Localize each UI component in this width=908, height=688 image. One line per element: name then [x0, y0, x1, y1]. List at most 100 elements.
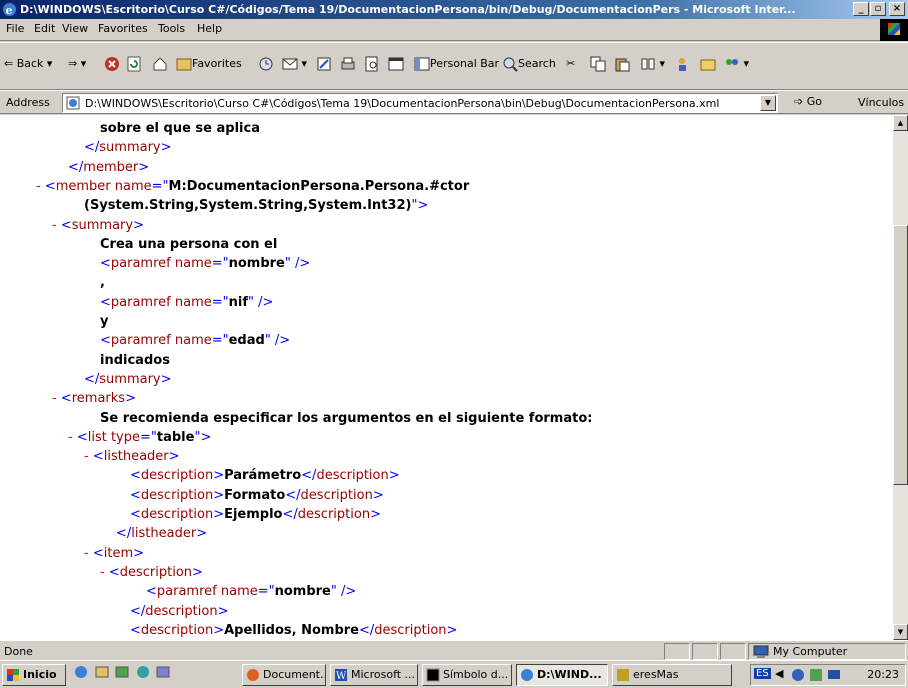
stop-icon	[105, 57, 119, 71]
minimize-button[interactable]: _	[853, 2, 869, 16]
mail-button[interactable]: ▾	[282, 53, 307, 75]
xml-text: Se recomienda especificar los argumentos…	[100, 410, 593, 426]
close-button[interactable]: ×	[889, 2, 905, 16]
language-indicator[interactable]: ES	[754, 668, 771, 679]
scroll-thumb[interactable]	[893, 225, 908, 485]
status-panel-3	[720, 643, 746, 660]
menu-help[interactable]: Help	[197, 22, 222, 35]
address-dropdown-button[interactable]: ▼	[760, 95, 776, 111]
home-button[interactable]	[152, 53, 168, 75]
taskbar-word[interactable]: W Microsoft ...	[330, 664, 418, 686]
window-title: D:\WINDOWS\Escritorio\Curso C#/Códigos/T…	[20, 3, 796, 16]
xml-markup: list	[87, 429, 107, 445]
history-button[interactable]	[258, 53, 274, 75]
go-button[interactable]: ➩ Go	[794, 95, 822, 108]
xml-markup: ="	[140, 429, 157, 445]
xml-markup: " />	[330, 584, 357, 600]
collapse-toggle[interactable]: -	[84, 546, 93, 561]
desktop-launch-icon[interactable]	[115, 665, 129, 679]
taskbar-command-prompt[interactable]: Símbolo d...	[422, 664, 512, 686]
forward-button[interactable]: ⇒ ▾	[68, 53, 86, 75]
maximize-button[interactable]: ▫	[870, 2, 886, 16]
address-input[interactable]: D:\WINDOWS\Escritorio\Curso C#\Códigos\T…	[62, 93, 778, 113]
folder-icon	[700, 59, 716, 71]
collapse-toggle[interactable]: -	[68, 430, 77, 445]
preview-button[interactable]	[364, 53, 380, 75]
scroll-down-button[interactable]: ▼	[893, 624, 908, 640]
collapse-toggle[interactable]: -	[36, 179, 45, 194]
cut-button[interactable]: ✂	[566, 53, 575, 75]
start-button[interactable]: Inicio	[2, 664, 66, 686]
xml-markup: member	[83, 159, 139, 175]
menu-bar: File Edit View Favorites Tools Help	[0, 19, 908, 41]
discuss-button[interactable]	[388, 53, 404, 75]
back-button[interactable]: ⇐ Back ▾	[4, 53, 52, 75]
print-button[interactable]	[340, 53, 356, 75]
xml-line: <description>Ejemplo</description>	[130, 505, 381, 524]
paste-button[interactable]	[614, 53, 630, 75]
taskbar-eresmas[interactable]: eresMas	[612, 664, 732, 686]
vertical-scrollbar[interactable]: ▲ ▼	[893, 115, 908, 640]
collapse-toggle[interactable]: -	[52, 391, 61, 406]
xml-markup: >	[138, 159, 150, 175]
taskbar-explorer-active[interactable]: D:\WIND...	[516, 664, 608, 686]
word-icon: W	[335, 669, 347, 682]
xml-markup: ="	[151, 178, 169, 194]
collapse-toggle[interactable]: -	[84, 449, 93, 464]
menu-view[interactable]: View	[62, 22, 88, 35]
tool-button-3[interactable]: ▾	[724, 53, 749, 75]
search-button[interactable]: Search	[502, 53, 556, 75]
collapse-toggle[interactable]: -	[52, 218, 61, 233]
address-value: D:\WINDOWS\Escritorio\Curso C#\Códigos\T…	[85, 97, 720, 110]
xml-text: edad	[228, 333, 265, 349]
links-button[interactable]: Vínculos	[858, 96, 904, 109]
xml-markup: " />	[264, 333, 291, 349]
media-launch-icon[interactable]	[136, 665, 150, 679]
ie-launch-icon[interactable]	[74, 665, 88, 679]
outlook-launch-icon[interactable]	[95, 665, 109, 679]
status-panel-2	[692, 643, 718, 660]
edit-button[interactable]	[316, 53, 332, 75]
menu-tools[interactable]: Tools	[158, 22, 185, 35]
xml-markup: </	[84, 140, 100, 156]
xml-markup: >	[160, 140, 172, 156]
menu-edit[interactable]: Edit	[34, 22, 55, 35]
xml-markup: member	[55, 178, 111, 194]
favorites-button[interactable]: Favorites	[176, 53, 242, 75]
copy-button[interactable]	[590, 53, 606, 75]
personal-bar-button[interactable]: Personal Bar	[414, 53, 499, 75]
menu-file[interactable]: File	[6, 22, 24, 35]
tool-button-1[interactable]	[676, 53, 692, 75]
search-icon	[503, 57, 518, 72]
people-icon	[679, 58, 686, 71]
taskbar-label: eresMas	[633, 668, 679, 681]
tray-monitor-icon[interactable]	[827, 668, 841, 682]
window-icon	[388, 57, 404, 71]
title-bar[interactable]: e D:\WINDOWS\Escritorio\Curso C#/Códigos…	[0, 0, 908, 19]
encoding-icon	[641, 58, 655, 70]
xml-line: y	[100, 312, 108, 331]
xml-markup: <	[130, 468, 141, 484]
xml-text: Formato	[224, 487, 286, 503]
tray-app-icon[interactable]	[809, 668, 823, 682]
refresh-button[interactable]	[126, 53, 142, 75]
volume-icon[interactable]: ◀	[775, 667, 783, 680]
xml-line: </summary>	[84, 138, 172, 157]
taskbar-document[interactable]: Document...	[242, 664, 326, 686]
scroll-up-button[interactable]: ▲	[893, 115, 908, 131]
collapse-toggle[interactable]: -	[100, 565, 109, 580]
xml-markup: description	[297, 507, 371, 522]
xml-document-view[interactable]: sobre el que se aplica </summary> </member…	[0, 115, 893, 640]
menu-favorites[interactable]: Favorites	[98, 22, 148, 35]
xml-markup: summary	[71, 217, 134, 233]
channel-launch-icon[interactable]	[156, 665, 170, 679]
xml-markup: <	[44, 178, 56, 194]
xml-markup: description	[300, 487, 373, 503]
xml-line: (System.String,System.String,System.Int3…	[84, 196, 428, 215]
tool-button-2[interactable]	[700, 53, 716, 75]
stop-button[interactable]	[104, 53, 120, 75]
xml-markup: >	[160, 371, 172, 387]
taskbar-label: Microsoft ...	[351, 668, 416, 681]
network-icon[interactable]	[791, 668, 805, 682]
encoding-button[interactable]: ▾	[640, 53, 665, 75]
